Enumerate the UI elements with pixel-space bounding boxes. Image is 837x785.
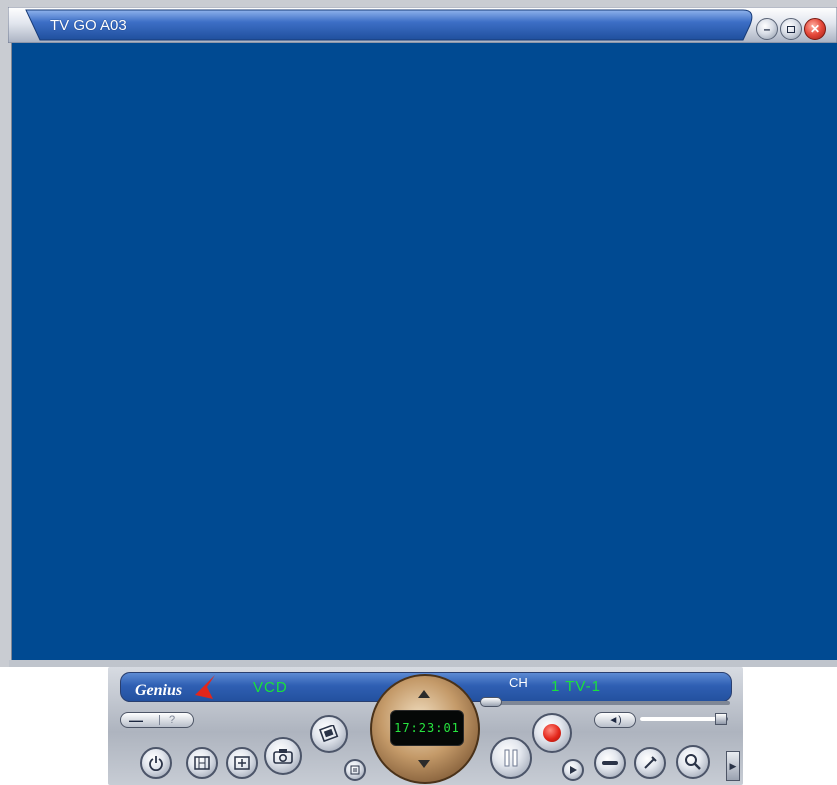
window-bottom-edge <box>9 660 837 667</box>
mute-icon <box>602 761 618 765</box>
album-icon <box>319 725 339 743</box>
settings-button[interactable] <box>634 747 666 779</box>
channel-label: CH <box>509 675 528 690</box>
title-bar[interactable]: TV GO A03 – ✕ <box>8 7 837 43</box>
brand-logo-text: Genius <box>135 682 183 699</box>
clock-display: 17:23:01 <box>390 710 464 746</box>
record-icon <box>543 724 561 742</box>
camera-icon <box>273 749 293 764</box>
source-button[interactable] <box>186 747 218 779</box>
magnifier-icon <box>685 754 701 770</box>
genius-logo-icon <box>195 675 215 699</box>
expand-icon: ▶ <box>729 760 737 771</box>
pause-button[interactable] <box>490 737 532 779</box>
channel-slider-thumb[interactable] <box>480 697 502 707</box>
window-title: TV GO A03 <box>50 17 127 34</box>
list-button[interactable] <box>344 759 366 781</box>
volume-slider-thumb[interactable] <box>714 713 727 725</box>
play-icon <box>570 766 577 774</box>
mini-control-pill[interactable]: — ? <box>120 712 194 728</box>
fullscreen-button[interactable] <box>226 747 258 779</box>
channel-down-icon[interactable] <box>418 760 430 768</box>
record-button[interactable] <box>532 713 572 753</box>
fullscreen-icon <box>234 756 250 770</box>
film-icon <box>194 756 210 770</box>
pause-icon <box>504 749 518 767</box>
pill-divider <box>159 715 160 725</box>
play-button[interactable] <box>562 759 584 781</box>
power-button[interactable] <box>140 747 172 779</box>
channel-up-icon[interactable] <box>418 690 430 698</box>
minimize-icon: – <box>763 22 771 36</box>
tv-window: TV GO A03 – ✕ <box>0 0 837 667</box>
speaker-icon: ◄) <box>608 714 622 726</box>
album-button[interactable] <box>310 715 348 753</box>
minimize-panel-button[interactable]: — <box>129 713 143 727</box>
close-icon: ✕ <box>809 22 821 36</box>
maximize-icon <box>787 25 795 33</box>
tools-icon <box>644 756 657 769</box>
channel-readout: 1 TV-1 <box>551 678 601 695</box>
list-icon <box>350 765 360 775</box>
expand-panel-button[interactable]: ▶ <box>726 751 740 781</box>
control-panel: Genius VCD CH 1 TV-1 — ? 17:23:01 ◄) ▶ <box>108 667 743 785</box>
channel-slider[interactable] <box>480 697 730 707</box>
close-button[interactable]: ✕ <box>804 18 826 40</box>
mute-button[interactable] <box>594 747 626 779</box>
volume-fill <box>640 717 721 721</box>
power-icon <box>149 756 163 771</box>
title-bar-shape <box>8 7 837 43</box>
channel-dial[interactable]: 17:23:01 <box>370 674 480 784</box>
volume-slider[interactable] <box>640 713 728 725</box>
mode-readout: VCD <box>253 679 288 696</box>
volume-button[interactable]: ◄) <box>594 712 636 728</box>
help-button[interactable]: ? <box>169 713 175 727</box>
zoom-button[interactable] <box>676 745 710 779</box>
minimize-button[interactable]: – <box>756 18 778 40</box>
snapshot-button[interactable] <box>264 737 302 775</box>
maximize-button[interactable] <box>780 18 802 40</box>
video-area <box>11 43 837 660</box>
